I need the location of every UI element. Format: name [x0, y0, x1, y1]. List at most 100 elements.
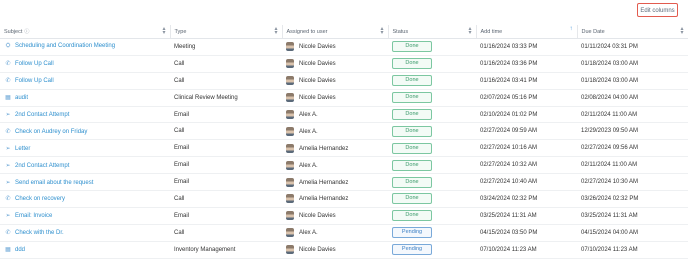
send-icon: ➢: [5, 213, 11, 220]
column-header-type[interactable]: Type ▴ ▾: [170, 25, 283, 39]
status-badge[interactable]: Done: [392, 58, 432, 70]
avatar: [286, 194, 294, 204]
column-header-assigned-user[interactable]: Assigned to user ▴ ▾: [282, 25, 389, 39]
avatar: [286, 211, 294, 221]
table-row[interactable]: ✆ Follow Up Call Call Nicole Davies Done 01/1…: [0, 72, 688, 90]
subject-cell[interactable]: ▦ ddd: [0, 241, 170, 259]
sort-icon[interactable]: ▴ ▾: [274, 26, 277, 36]
column-header-add-time[interactable]: Add time ↑: [476, 25, 578, 39]
assigned-user-cell: Amelia Hernandez: [282, 139, 388, 158]
assigned-user-cell: Nicole Davies: [282, 89, 388, 107]
status-cell: Done: [388, 38, 476, 56]
subject-link[interactable]: Email: Invoice: [15, 213, 52, 219]
table-row[interactable]: ➢ 2nd Contact Attempt Email Alex A. Done 02/2…: [0, 156, 688, 175]
subject-link[interactable]: Send email about the request: [15, 180, 93, 186]
subject-cell[interactable]: ✆ Check on Audrey on Friday: [0, 122, 170, 141]
subject-link[interactable]: ddd: [15, 247, 25, 253]
status-badge[interactable]: Done: [392, 92, 432, 104]
table-row[interactable]: ▦ audit Clinical Review Meeting Nicole Davi…: [0, 89, 688, 107]
subject-cell[interactable]: ✆ Follow Up Call: [0, 72, 170, 90]
avatar: [286, 110, 294, 119]
assigned-user-cell: Alex A.: [282, 122, 388, 141]
add-time-cell: 02/27/2024 10:16 AM: [476, 139, 577, 158]
status-cell: Pending: [388, 224, 476, 242]
due-date-cell: 07/10/2024 11:23 AM: [577, 241, 688, 259]
user-name: Alex A.: [299, 162, 318, 169]
column-header-due-date[interactable]: Due Date ▴ ▾: [577, 25, 688, 39]
status-badge[interactable]: Done: [392, 176, 432, 188]
column-header-status[interactable]: Status ▴ ▾: [388, 25, 477, 39]
subject-link[interactable]: 2nd Contact Attempt: [15, 112, 69, 118]
table-row[interactable]: ✆ Check on Audrey on Friday Call Alex A. Don…: [0, 122, 688, 141]
assigned-user-cell: Nicole Davies: [282, 241, 388, 259]
column-header-subject[interactable]: Subject ⓘ ▴ ▾: [0, 25, 171, 39]
edit-columns-button[interactable]: Edit columns: [637, 3, 678, 17]
table-row[interactable]: ✆ Check with the Dr. Call Alex A. Pending 04/…: [0, 224, 688, 242]
status-cell: Done: [388, 72, 476, 90]
table-body: ⛭ Scheduling and Coordination Meeting Meet…: [0, 38, 688, 259]
due-date-cell: 01/11/2024 03:31 PM: [577, 38, 688, 56]
sort-ascending-icon[interactable]: ↑: [570, 26, 573, 32]
table-row[interactable]: ✆ Follow Up Call Call Nicole Davies Done 01/1…: [0, 55, 688, 73]
add-time-cell: 02/07/2024 05:16 PM: [476, 89, 577, 107]
due-date-cell: 02/11/2024 11:00 AM: [577, 106, 688, 124]
table-row[interactable]: ➢ Email: Invoice Email Nicole Davies Done 03/…: [0, 207, 688, 225]
sort-icon[interactable]: ▴ ▾: [468, 26, 471, 36]
avatar: [286, 126, 294, 136]
status-cell: Pending: [388, 241, 476, 259]
subject-cell[interactable]: ➢ 2nd Contact Attempt: [0, 106, 170, 124]
user-name: Alex A.: [299, 128, 318, 135]
avatar: [286, 177, 294, 187]
subject-link[interactable]: Check on recovery: [15, 196, 65, 202]
subject-cell[interactable]: ➢ Send email about the request: [0, 173, 170, 192]
status-badge[interactable]: Done: [392, 125, 432, 137]
table-row[interactable]: ➢ 2nd Contact Attempt Email Alex A. Done 02/1…: [0, 106, 688, 124]
sort-icon[interactable]: ▴ ▾: [380, 26, 383, 36]
subject-link[interactable]: Follow Up Call: [15, 61, 54, 67]
subject-cell[interactable]: ▦ audit: [0, 89, 170, 107]
subject-link[interactable]: Scheduling and Coordination Meeting: [15, 43, 115, 49]
status-badge[interactable]: Done: [392, 193, 432, 205]
user-name: Nicole Davies: [299, 61, 336, 68]
due-date-cell: 02/27/2024 09:56 AM: [577, 139, 688, 158]
status-badge[interactable]: Done: [392, 109, 432, 120]
subject-link[interactable]: Check on Audrey on Friday: [15, 129, 87, 135]
subject-link[interactable]: Follow Up Call: [15, 78, 54, 84]
status-badge[interactable]: Done: [392, 210, 432, 222]
table-toolbar: Edit columns: [0, 0, 688, 22]
subject-cell[interactable]: ✆ Check with the Dr.: [0, 224, 170, 242]
avatar: [286, 160, 294, 170]
subject-link[interactable]: 2nd Contact Attempt: [15, 163, 69, 169]
type-cell: Email: [170, 106, 282, 124]
status-badge[interactable]: Done: [392, 75, 432, 87]
subject-link[interactable]: Letter: [15, 146, 30, 152]
subject-cell[interactable]: ➢ 2nd Contact Attempt: [0, 156, 170, 175]
status-badge[interactable]: Done: [392, 142, 432, 154]
subject-cell[interactable]: ✆ Check on recovery: [0, 190, 170, 208]
table-header-row: Subject ⓘ ▴ ▾ Type ▴ ▾ Assigned to user ▴ ▾ Sta…: [0, 25, 688, 39]
table-row[interactable]: ✆ Check on recovery Call Amelia Hernandez Do…: [0, 190, 688, 208]
table-row[interactable]: ➢ Letter Email Amelia Hernandez Done 02/27/20…: [0, 139, 688, 158]
subject-cell[interactable]: ➢ Letter: [0, 139, 170, 158]
table-row[interactable]: ⛭ Scheduling and Coordination Meeting Meet…: [0, 38, 688, 56]
subject-cell[interactable]: ➢ Email: Invoice: [0, 207, 170, 225]
status-cell: Done: [388, 55, 476, 73]
status-badge[interactable]: Done: [392, 159, 432, 171]
table-row[interactable]: ▦ ddd Inventory Management Nicole Davies Pen…: [0, 241, 688, 259]
sort-icon[interactable]: ▴ ▾: [680, 26, 683, 36]
phone-icon: ✆: [5, 78, 11, 85]
subject-link[interactable]: Check with the Dr.: [15, 230, 64, 236]
table-row[interactable]: ➢ Send email about the request Email Amelia…: [0, 173, 688, 192]
sort-icon[interactable]: ▴ ▾: [162, 26, 165, 36]
status-badge[interactable]: Done: [392, 41, 432, 53]
subject-cell[interactable]: ⛭ Scheduling and Coordination Meeting: [0, 38, 170, 56]
due-date-cell: 04/15/2024 04:00 AM: [577, 224, 688, 242]
people-icon: ⛭: [5, 43, 11, 50]
assigned-user-cell: Nicole Davies: [282, 55, 388, 73]
status-badge[interactable]: Pending: [392, 244, 432, 256]
status-badge[interactable]: Pending: [392, 227, 432, 239]
due-date-cell: 12/29/2023 09:50 AM: [577, 122, 688, 141]
subject-cell[interactable]: ✆ Follow Up Call: [0, 55, 170, 73]
subject-link[interactable]: audit: [15, 95, 28, 101]
status-cell: Done: [388, 156, 476, 175]
